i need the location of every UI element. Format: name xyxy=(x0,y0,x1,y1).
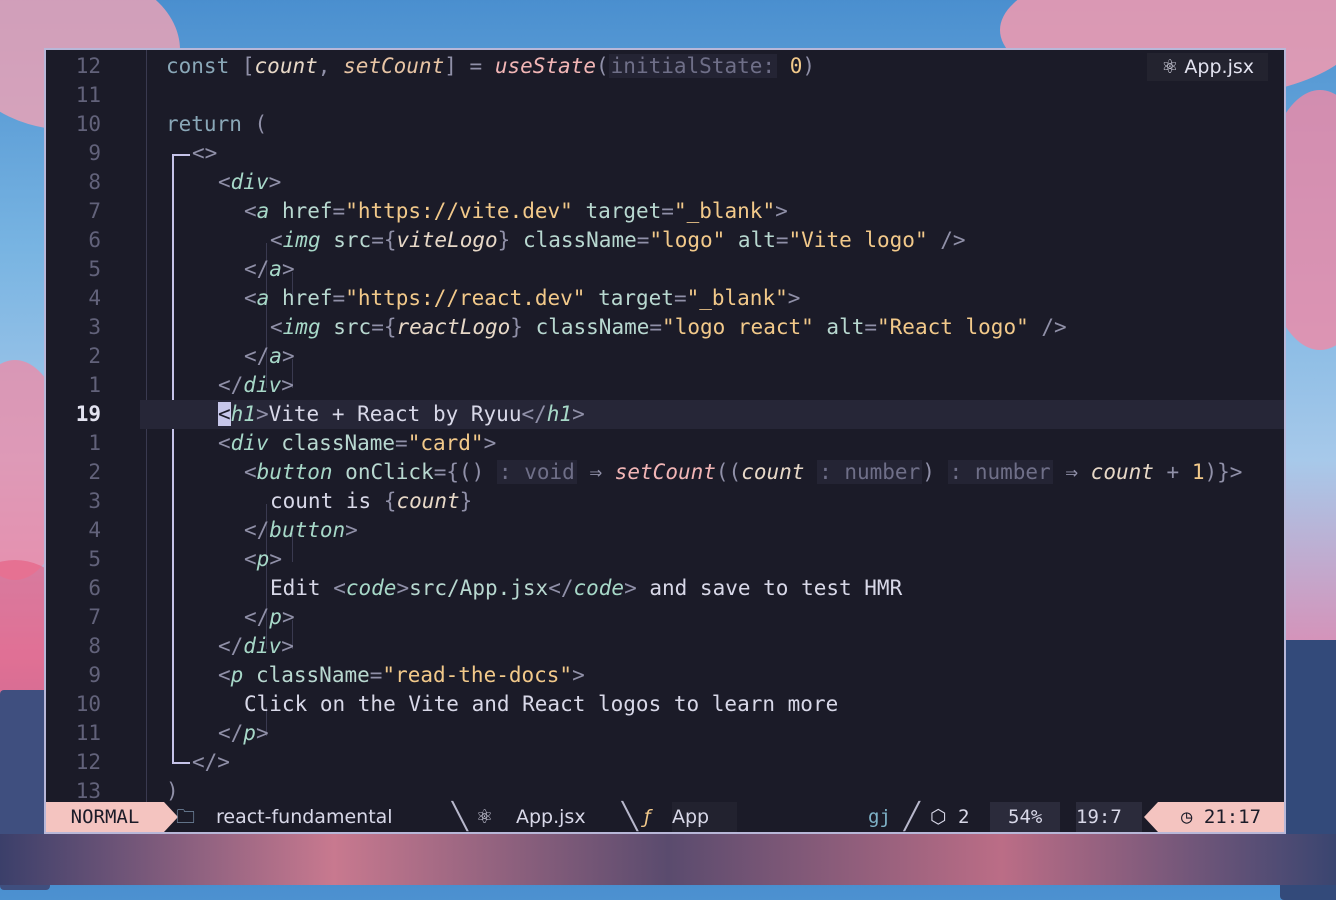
code-line[interactable]: 7 </p> xyxy=(46,603,1284,632)
line-number: 8 xyxy=(88,170,101,194)
line-number: 12 xyxy=(75,54,101,78)
code-line[interactable]: 1 </div> xyxy=(46,371,1284,400)
code-line[interactable]: 2 <button onClick={() : void ⇒ setCount((… xyxy=(46,458,1284,487)
code-line[interactable]: 5 </a> xyxy=(46,255,1284,284)
separator: ╱ xyxy=(904,802,920,832)
line-number: 10 xyxy=(75,692,101,716)
code-line[interactable]: 8 <div> xyxy=(46,168,1284,197)
code-line[interactable]: 10 Click on the Vite and React logos to l… xyxy=(46,690,1284,719)
cursor-position: 19:7 xyxy=(1076,802,1142,832)
line-number: 19 xyxy=(75,402,101,426)
code-line[interactable]: 3 count is {count} xyxy=(46,487,1284,516)
cursor: < xyxy=(218,402,231,426)
line-number: 9 xyxy=(88,141,101,165)
status-bar: NORMAL 🗀 react-fundamental ╲ ⚛ App.jsx ╲… xyxy=(46,802,1284,832)
line-number: 2 xyxy=(88,460,101,484)
code-line[interactable]: 8 </div> xyxy=(46,632,1284,661)
line-number: 9 xyxy=(88,663,101,687)
code-line[interactable]: 5 <p> xyxy=(46,545,1284,574)
mode-indicator: NORMAL xyxy=(46,802,164,832)
code-line[interactable]: 4 </button> xyxy=(46,516,1284,545)
line-number: 10 xyxy=(75,112,101,136)
line-number: 1 xyxy=(88,431,101,455)
clock-separator xyxy=(1144,802,1158,832)
editor-window: ⚛ App.jsx 12 const [count, setCount] = us… xyxy=(44,48,1286,834)
line-number: 4 xyxy=(88,286,101,310)
lsp-count: 2 xyxy=(958,806,970,828)
clock: ◷ 21:17 xyxy=(1158,802,1284,832)
function-icon: ƒ xyxy=(644,806,651,828)
code-line[interactable]: 4 <a href="https://react.dev" target="_bl… xyxy=(46,284,1284,313)
symbol-name[interactable]: App xyxy=(672,802,738,832)
line-number: 5 xyxy=(88,257,101,281)
line-number: 11 xyxy=(75,721,101,745)
code-line[interactable]: 10 return ( xyxy=(46,110,1284,139)
code-line[interactable]: 6 <img src={viteLogo} className="logo" al… xyxy=(46,226,1284,255)
code-editor[interactable]: ⚛ App.jsx 12 const [count, setCount] = us… xyxy=(46,50,1284,806)
code-line[interactable]: 12 </> xyxy=(46,748,1284,777)
separator: ╲ xyxy=(622,802,638,832)
code-line[interactable]: 2 </a> xyxy=(46,342,1284,371)
line-number: 2 xyxy=(88,344,101,368)
file-name[interactable]: App.jsx xyxy=(516,802,586,832)
react-icon: ⚛ xyxy=(476,806,494,828)
clock-time: 21:17 xyxy=(1203,806,1262,828)
line-number: 1 xyxy=(88,373,101,397)
line-number: 6 xyxy=(88,576,101,600)
line-number: 8 xyxy=(88,634,101,658)
line-number: 7 xyxy=(88,605,101,629)
code-line[interactable]: 11 </p> xyxy=(46,719,1284,748)
separator: ╲ xyxy=(452,802,468,832)
line-number: 12 xyxy=(75,750,101,774)
code-line[interactable]: 7 <a href="https://vite.dev" target="_bla… xyxy=(46,197,1284,226)
line-number: 4 xyxy=(88,518,101,542)
scroll-percent: 54% xyxy=(990,802,1061,832)
line-number: 7 xyxy=(88,199,101,223)
branch-hint: gj xyxy=(868,806,891,828)
line-number: 3 xyxy=(88,489,101,513)
background-ground xyxy=(0,834,1336,885)
code-line[interactable]: 12 const [count, setCount] = useState(ini… xyxy=(46,52,1284,81)
line-number: 3 xyxy=(88,315,101,339)
clock-icon: ◷ xyxy=(1180,806,1193,828)
line-number: 5 xyxy=(88,547,101,571)
project-name[interactable]: react-fundamental xyxy=(216,802,393,832)
code-line[interactable]: 9 <p className="read-the-docs"> xyxy=(46,661,1284,690)
code-line[interactable]: 3 <img src={reactLogo} className="logo re… xyxy=(46,313,1284,342)
code-line-current[interactable]: 19 <h1>Vite + React by Ryuu</h1> xyxy=(76,400,1284,429)
package-icon: ⬡ xyxy=(930,806,947,828)
folder-icon: 🗀 xyxy=(176,806,196,828)
line-number: 6 xyxy=(88,228,101,252)
line-number: 11 xyxy=(75,83,101,107)
code-line[interactable]: 11 xyxy=(46,81,1284,110)
code-line[interactable]: 9 <> xyxy=(46,139,1284,168)
code-line[interactable]: 6 Edit <code>src/App.jsx</code> and save … xyxy=(46,574,1284,603)
code-line[interactable]: 1 <div className="card"> xyxy=(46,429,1284,458)
